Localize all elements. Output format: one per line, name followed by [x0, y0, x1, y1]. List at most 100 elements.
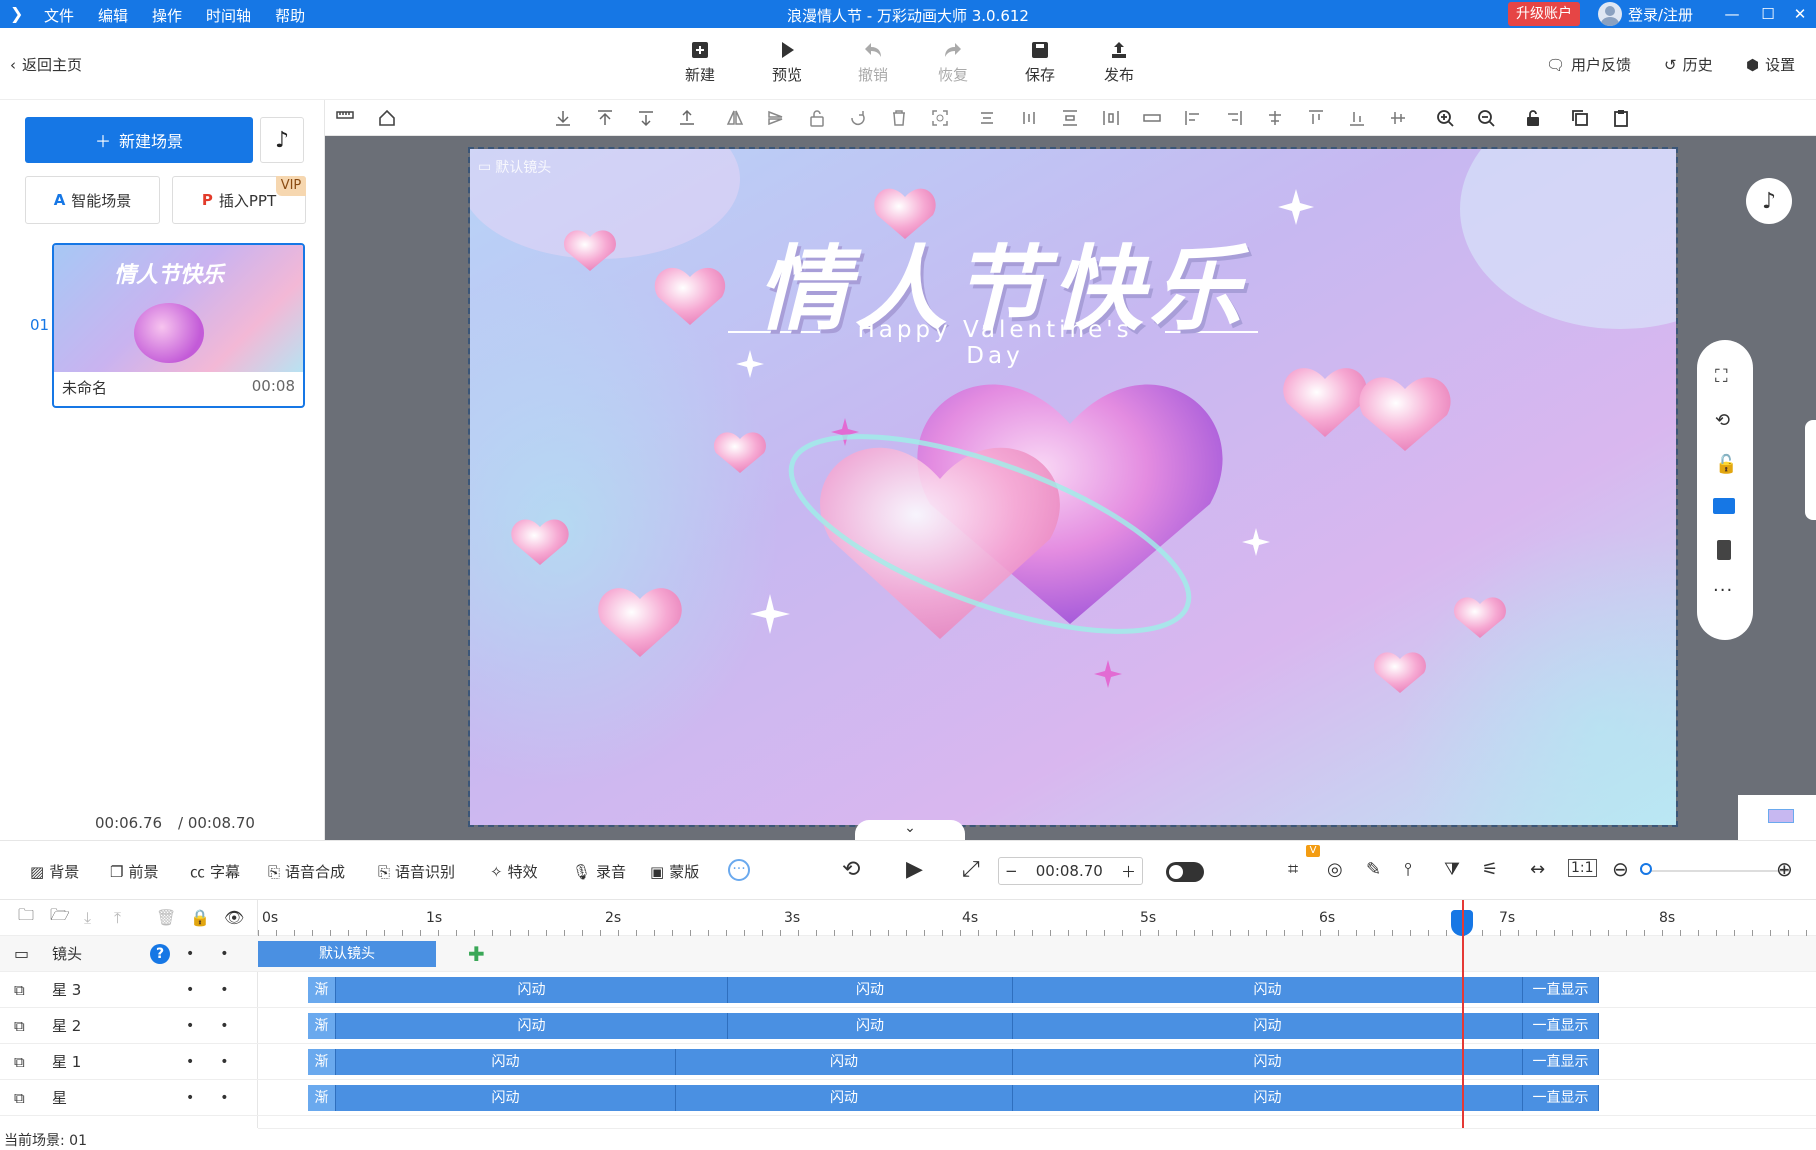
rotate-icon[interactable]: [848, 108, 868, 128]
layer-row[interactable]: ⧉ 星 3 ••: [0, 972, 258, 1008]
new-folder-icon[interactable]: 🗁: [50, 904, 70, 931]
lock-icon[interactable]: [1523, 108, 1543, 128]
playhead[interactable]: [1462, 900, 1464, 1128]
scene-subtitle[interactable]: Happy Valentine's Day: [830, 317, 1160, 369]
speech-recognition-button[interactable]: ⎘ 语音识别: [378, 861, 455, 882]
effect-clip[interactable]: 闪动: [676, 1085, 1013, 1111]
zoom-slider-knob[interactable]: [1640, 863, 1652, 875]
minus-icon[interactable]: −: [1005, 862, 1018, 880]
undo-button[interactable]: 撤销: [843, 40, 903, 85]
help-icon[interactable]: ?: [150, 943, 170, 964]
effect-clip[interactable]: 闪动: [676, 1049, 1013, 1075]
background-button[interactable]: ▨ 背景: [30, 861, 79, 882]
split-icon[interactable]: ⫯: [1404, 859, 1412, 880]
toggle-switch[interactable]: [1166, 862, 1204, 882]
fit-width-icon[interactable]: ↔: [1530, 859, 1545, 880]
effect-clip[interactable]: 闪动: [336, 1013, 728, 1039]
mask-button[interactable]: ▣ 蒙版: [650, 861, 699, 882]
align-top-icon[interactable]: [1306, 108, 1326, 128]
effect-clip[interactable]: 闪动: [1013, 1013, 1523, 1039]
scene-canvas[interactable]: ▭ 默认镜头 情人节快乐 Happy Valentine's Day: [468, 147, 1678, 827]
redo-button[interactable]: 恢复: [923, 40, 983, 85]
home-outline-icon[interactable]: [377, 108, 397, 128]
keyframe-icon[interactable]: ⌗: [1288, 859, 1298, 880]
align-vcenter-icon[interactable]: [1388, 108, 1408, 128]
record-button[interactable]: 🎙 录音: [572, 861, 626, 882]
layer-track[interactable]: 渐变闪动闪动闪动一直显示: [258, 972, 1816, 1024]
enter-clip[interactable]: 渐变: [308, 1085, 336, 1132]
music-button[interactable]: ♪: [260, 117, 304, 163]
time-ruler[interactable]: 0s 1s 2s 3s 4s 5s 6s 7s 8s: [258, 900, 1816, 936]
minimap[interactable]: [1738, 795, 1816, 840]
zoom-slider-track[interactable]: [1640, 870, 1790, 872]
always-show-clip[interactable]: 一直显示: [1523, 1085, 1599, 1111]
landscape-icon[interactable]: [1713, 498, 1735, 514]
effect-clip[interactable]: 闪动: [1013, 977, 1523, 1003]
history-button[interactable]: ↺ 历史: [1664, 54, 1713, 75]
move-top-icon[interactable]: [595, 108, 615, 128]
layer-toggles[interactable]: ••: [186, 982, 255, 998]
always-show-clip[interactable]: 一直显示: [1523, 977, 1599, 1003]
back-home-button[interactable]: ‹ 返回主页: [10, 54, 82, 75]
add-folder-icon[interactable]: 🗀: [18, 904, 34, 931]
always-show-clip[interactable]: 一直显示: [1523, 1013, 1599, 1039]
music-float-button[interactable]: ♪: [1746, 178, 1792, 224]
camera-clip[interactable]: 默认镜头: [258, 941, 436, 967]
fullscreen-icon[interactable]: ⤢: [962, 857, 980, 882]
foreground-button[interactable]: ❐ 前景: [110, 861, 158, 882]
distribute-v-icon[interactable]: [1060, 108, 1080, 128]
publish-button[interactable]: 发布: [1089, 40, 1149, 85]
enter-clip[interactable]: 渐变: [308, 977, 336, 1024]
unlock-icon[interactable]: 🔓: [1715, 454, 1737, 475]
ruler-icon[interactable]: [335, 108, 355, 128]
add-keyframe-icon[interactable]: ✚: [468, 944, 488, 964]
move-up-layer-icon[interactable]: ⤒: [114, 908, 121, 928]
same-width-icon[interactable]: [1142, 108, 1162, 128]
one-to-one-icon[interactable]: 1:1: [1568, 859, 1597, 877]
upgrade-button[interactable]: 升级账户: [1508, 2, 1580, 26]
duration-stepper[interactable]: − 00:08.70 ＋: [998, 857, 1143, 885]
plus-icon[interactable]: ＋: [1121, 861, 1136, 882]
zoom-in-icon[interactable]: [1435, 108, 1455, 128]
eye-icon[interactable]: 👁: [224, 908, 244, 927]
effect-clip[interactable]: 闪动: [728, 977, 1013, 1003]
new-button[interactable]: 新建: [670, 40, 730, 85]
settings-button[interactable]: ⬢ 设置: [1746, 54, 1795, 75]
more-icon[interactable]: ···: [1713, 580, 1733, 601]
align-right-icon[interactable]: [1224, 108, 1244, 128]
effects-button[interactable]: ✧ 特效: [490, 861, 538, 882]
layer-row[interactable]: ⧉ 星 1 ••: [0, 1044, 258, 1080]
zoom-plus-icon[interactable]: ⊕: [1776, 857, 1793, 881]
trash-icon[interactable]: [889, 108, 909, 128]
preview-button[interactable]: 预览: [757, 40, 817, 85]
new-scene-button[interactable]: ＋ 新建场景: [25, 117, 253, 163]
subtitle-button[interactable]: ㏄字幕: [190, 861, 240, 882]
align-left-icon[interactable]: [1183, 108, 1203, 128]
delete-layer-icon[interactable]: 🗑: [156, 908, 176, 927]
move-up-icon[interactable]: [677, 108, 697, 128]
right-panel-toggle[interactable]: [1805, 420, 1816, 520]
always-show-clip[interactable]: 一直显示: [1523, 1049, 1599, 1075]
feedback-button[interactable]: 🗨 用户反馈: [1546, 54, 1631, 75]
adjust-icon[interactable]: ⚟: [1482, 859, 1498, 880]
login-button[interactable]: 登录/注册: [1598, 2, 1693, 26]
close-icon[interactable]: ✕: [1790, 4, 1810, 24]
layer-track[interactable]: 渐变闪动闪动闪动一直显示: [258, 1080, 1816, 1132]
layer-toggles[interactable]: ••: [186, 946, 255, 962]
tts-button[interactable]: ⎘ 语音合成: [268, 861, 345, 882]
rotate-device-icon[interactable]: ⟲: [1715, 410, 1730, 431]
filter-icon[interactable]: ⧩: [1444, 859, 1460, 880]
enter-clip[interactable]: 渐变: [308, 1049, 336, 1096]
layer-row[interactable]: ⧉ 星 2 ••: [0, 1008, 258, 1044]
camera-track[interactable]: 默认镜头 ✚: [258, 936, 1816, 972]
portrait-icon[interactable]: [1717, 540, 1731, 560]
layer-toggles[interactable]: ••: [186, 1090, 255, 1106]
layer-row[interactable]: ⧉ 星 ••: [0, 1080, 258, 1116]
copy-icon[interactable]: [1570, 108, 1590, 128]
move-bottom-icon[interactable]: [553, 108, 573, 128]
effect-clip[interactable]: 闪动: [1013, 1049, 1523, 1075]
more-tools-icon[interactable]: ···: [728, 859, 750, 881]
effect-clip[interactable]: 闪动: [336, 1085, 676, 1111]
effect-clip[interactable]: 闪动: [728, 1013, 1013, 1039]
align-bottom-icon[interactable]: [1347, 108, 1367, 128]
